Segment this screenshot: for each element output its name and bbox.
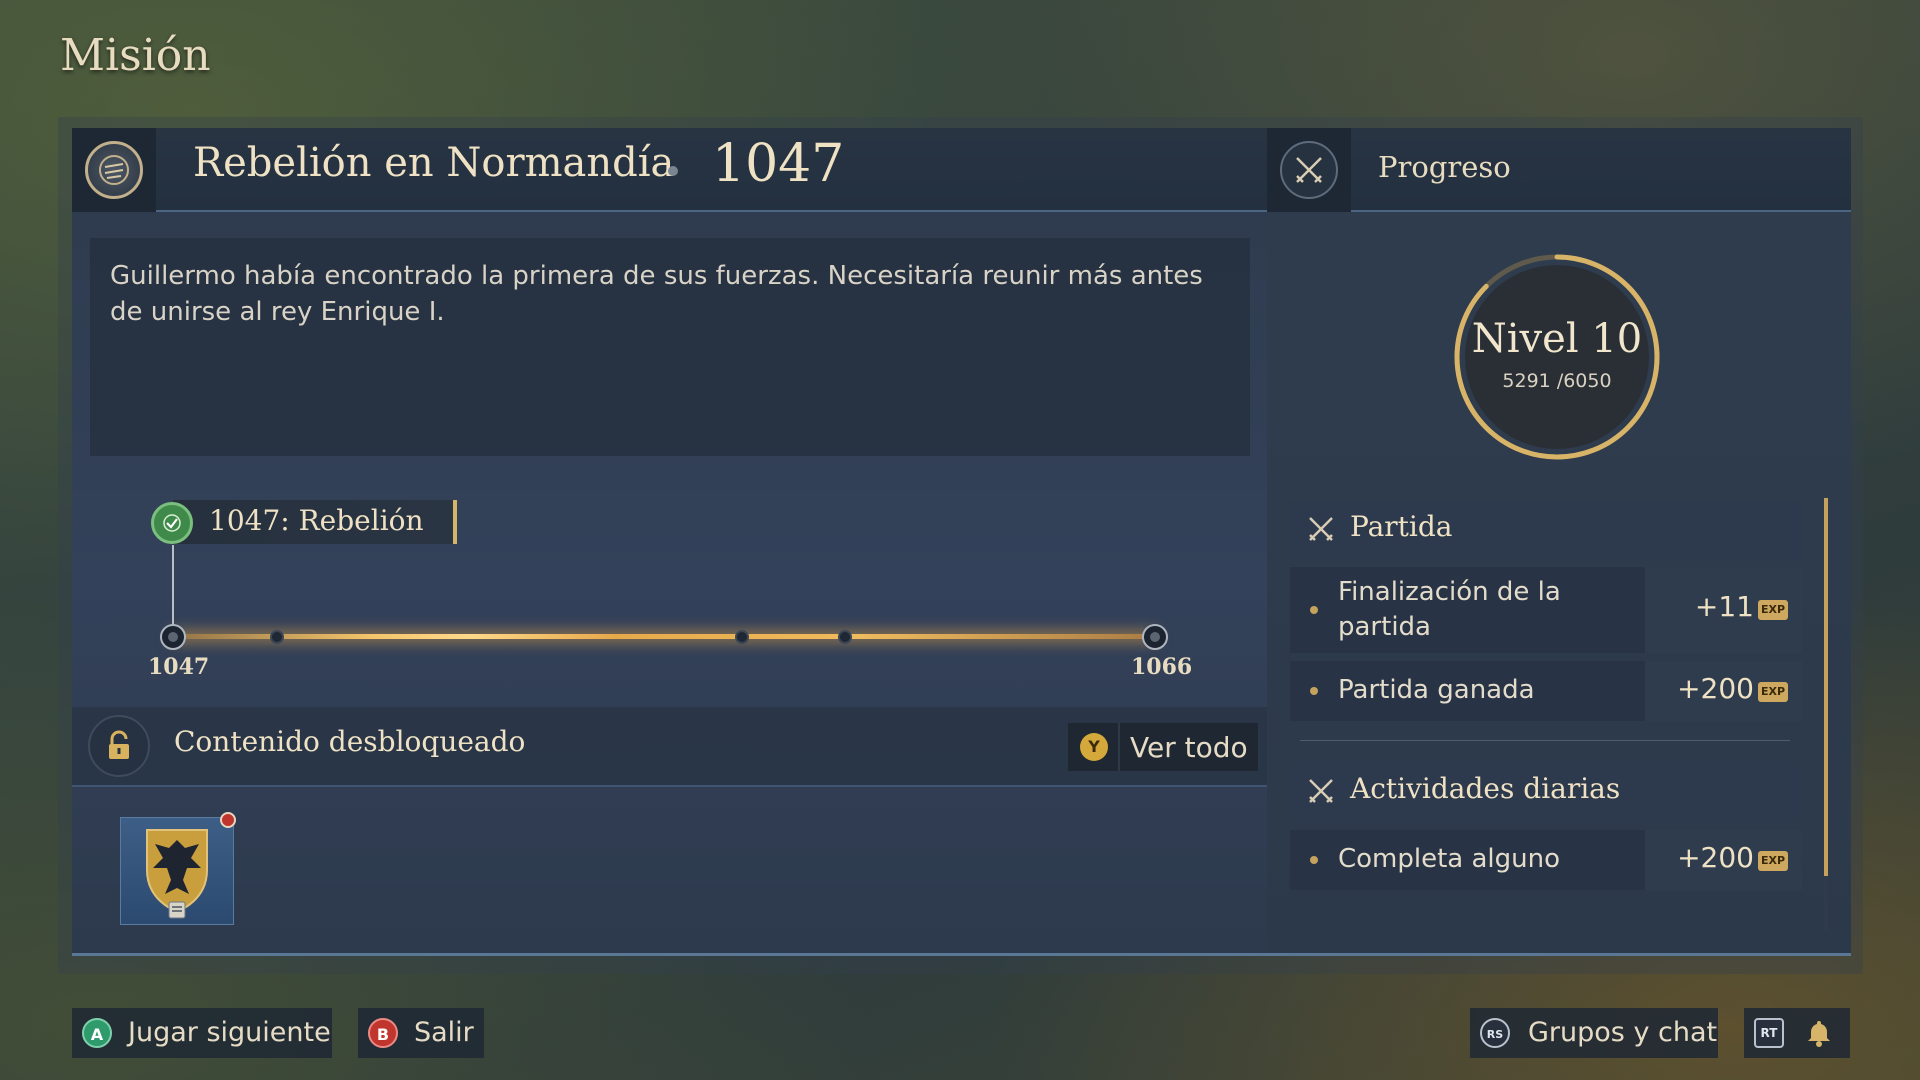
rt-button-icon: RT <box>1754 1018 1784 1048</box>
reward-value: +200 <box>1677 841 1754 874</box>
mission-description: Guillermo había encontrado la primera de… <box>110 261 1203 327</box>
exp-badge: EXP <box>1758 851 1788 871</box>
timeline-start-node[interactable] <box>160 624 186 650</box>
new-item-badge <box>220 812 236 828</box>
a-button-icon: A <box>82 1018 112 1048</box>
timeline-current-label: 1047: Rebelión <box>209 504 424 537</box>
exp-badge: EXP <box>1758 600 1788 620</box>
progress-header <box>1267 128 1851 212</box>
reward-value: +200 <box>1677 672 1754 705</box>
reward-label: Partida ganada <box>1338 675 1535 705</box>
timeline-end-node[interactable] <box>1142 624 1168 650</box>
bullet-icon <box>1310 687 1318 695</box>
view-all-label: Ver todo <box>1130 731 1248 764</box>
mission-title: Rebelión en Normandía <box>193 140 675 186</box>
page-title: Misión <box>60 30 211 81</box>
crossed-swords-icon <box>1280 141 1338 199</box>
timeline-end-year: 1066 <box>1131 654 1193 680</box>
groups-chat-label: Grupos y chat <box>1528 1017 1718 1048</box>
view-all-separator <box>1118 723 1120 771</box>
reward-label: Completa alguno <box>1338 844 1561 874</box>
timeline-stem <box>172 545 174 629</box>
crossed-swords-icon <box>1309 779 1333 803</box>
unlocked-content-bar: Contenido desbloqueado Y Ver todo <box>72 707 1267 787</box>
reward-row: Completa alguno +200 EXP <box>1290 830 1802 890</box>
unlocked-crest-item[interactable] <box>120 817 234 925</box>
play-next-button[interactable]: A Jugar siguiente <box>72 1008 332 1058</box>
exp-max: 6050 <box>1563 370 1612 392</box>
section-title: Partida <box>1350 510 1453 543</box>
level-label: Nivel 10 <box>1471 316 1643 362</box>
unlocked-content-title: Contenido desbloqueado <box>174 725 526 758</box>
reward-row: Finalización de la partida +11 EXP <box>1290 567 1802 653</box>
progress-icon-box <box>1267 128 1351 212</box>
reward-row: Partida ganada +200 EXP <box>1290 661 1802 721</box>
mission-description-box: Guillermo había encontrado la primera de… <box>90 238 1250 456</box>
reward-label: Finalización de la partida <box>1338 577 1561 642</box>
rs-button-icon: RS <box>1480 1018 1510 1048</box>
b-button-icon: B <box>368 1018 398 1048</box>
y-button-icon: Y <box>1080 733 1108 761</box>
timeline-track <box>173 634 1155 639</box>
timeline-node[interactable] <box>735 630 749 644</box>
mission-year: 1047 <box>712 134 845 194</box>
completed-check-icon <box>151 502 193 544</box>
timeline-node[interactable] <box>838 630 852 644</box>
title-separator-dot <box>668 166 678 176</box>
unlock-icon <box>88 715 150 777</box>
mission-emblem-box <box>72 128 156 212</box>
reward-value: +11 <box>1694 590 1754 623</box>
timeline-current-tag[interactable]: 1047: Rebelión <box>173 500 457 544</box>
exp-badge: EXP <box>1758 682 1788 702</box>
section-daily-header: Actividades diarias <box>1290 762 1802 822</box>
section-title: Actividades diarias <box>1350 772 1621 805</box>
exit-button[interactable]: B Salir <box>358 1008 484 1058</box>
bullet-icon <box>1310 856 1318 864</box>
progress-title: Progreso <box>1378 150 1511 184</box>
section-separator <box>1300 740 1790 741</box>
section-partida-header: Partida <box>1290 500 1802 560</box>
crossed-swords-icon <box>1309 517 1333 541</box>
notifications-button[interactable]: RT <box>1744 1008 1850 1058</box>
exit-label: Salir <box>414 1017 474 1048</box>
timeline-start-year: 1047 <box>148 654 210 680</box>
bullet-icon <box>1310 606 1318 614</box>
timeline-node[interactable] <box>270 630 284 644</box>
bell-icon <box>1808 1021 1830 1047</box>
exp-current: 5291 <box>1502 370 1551 392</box>
scrollbar-thumb[interactable] <box>1824 498 1828 876</box>
play-next-label: Jugar siguiente <box>128 1017 331 1048</box>
level-exp: 5291 /6050 <box>1450 370 1664 392</box>
view-all-button[interactable]: Y Ver todo <box>1068 723 1258 771</box>
compass-icon <box>85 141 143 199</box>
groups-chat-button[interactable]: RS Grupos y chat <box>1470 1008 1718 1058</box>
eagle-crest-icon <box>146 829 208 919</box>
